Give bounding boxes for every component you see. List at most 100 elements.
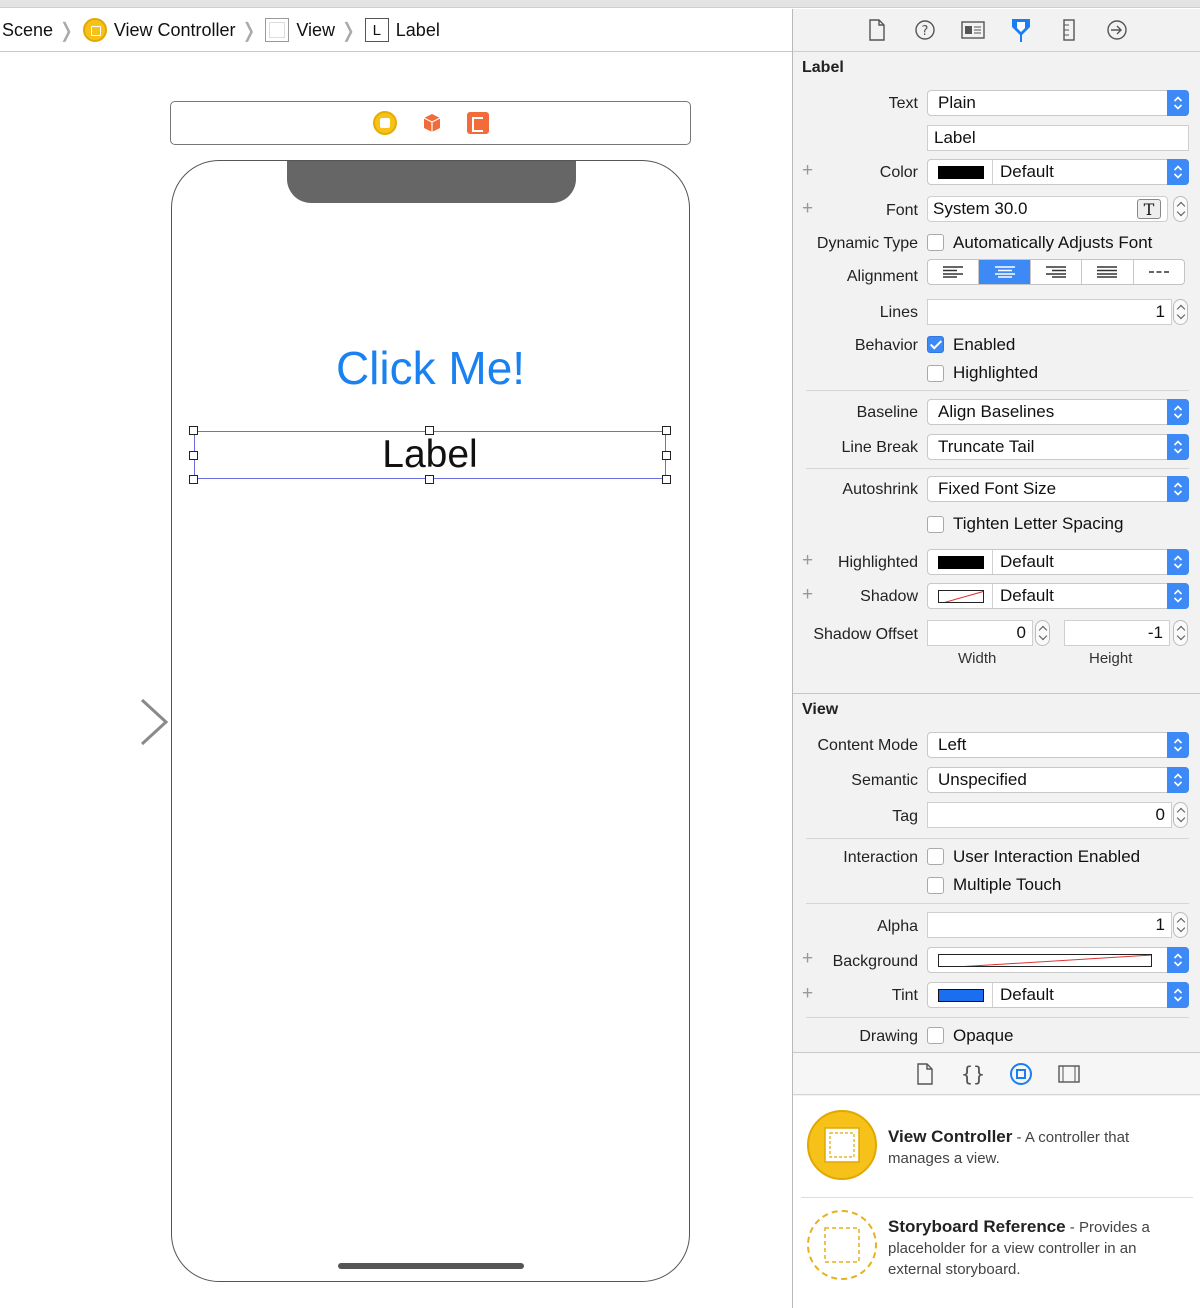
- popup-arrows-icon: [1167, 399, 1189, 425]
- color-label: Color: [879, 164, 918, 181]
- content-mode-popup[interactable]: Left: [927, 732, 1189, 758]
- resize-handle-bottom[interactable]: [425, 475, 434, 484]
- font-size-stepper[interactable]: [1173, 196, 1188, 222]
- user-interaction-checkbox[interactable]: [927, 848, 944, 865]
- file-template-icon[interactable]: [913, 1062, 937, 1086]
- view-controller-dock-icon[interactable]: [372, 111, 397, 135]
- multiple-touch-label: Multiple Touch: [953, 875, 1062, 894]
- content-mode-label: Content Mode: [817, 737, 918, 754]
- label-section-title: Label: [802, 59, 844, 76]
- line-break-popup[interactable]: Truncate Tail: [927, 434, 1189, 460]
- attributes-icon[interactable]: [1009, 18, 1033, 42]
- popup-arrows-icon: [1167, 583, 1189, 609]
- lines-stepper[interactable]: [1173, 299, 1188, 325]
- align-right-icon[interactable]: [1031, 260, 1083, 284]
- align-natural-icon[interactable]: [1134, 260, 1184, 284]
- object-library-icon[interactable]: [1009, 1062, 1033, 1086]
- tighten-spacing-checkbox[interactable]: [927, 516, 944, 533]
- shadow-height-stepper[interactable]: [1173, 620, 1188, 646]
- shadow-height-field[interactable]: -1: [1064, 620, 1170, 646]
- chevron-right-icon: ❭: [340, 19, 357, 42]
- tint-color-popup[interactable]: Default: [927, 982, 1189, 1008]
- divider: [806, 468, 1189, 469]
- shadow-width-value: 0: [1016, 623, 1026, 642]
- lines-field[interactable]: 1: [927, 299, 1172, 325]
- align-center-icon[interactable]: [979, 260, 1031, 284]
- resize-handle-top[interactable]: [425, 426, 434, 435]
- svg-text:?: ?: [922, 24, 929, 39]
- add-variation-icon[interactable]: +: [802, 160, 813, 182]
- click-me-button[interactable]: Click Me!: [172, 341, 689, 395]
- connections-icon[interactable]: [1105, 18, 1129, 42]
- alpha-field[interactable]: 1: [927, 912, 1172, 938]
- selected-label[interactable]: Label: [189, 426, 671, 484]
- resize-handle-top-right[interactable]: [662, 426, 671, 435]
- font-picker-icon[interactable]: T: [1137, 199, 1161, 219]
- library-item-text: View Controller - A controller that mana…: [888, 1126, 1188, 1169]
- entry-point-arrow-icon[interactable]: [30, 698, 170, 746]
- background-color-popup[interactable]: [927, 947, 1189, 973]
- line-break-label: Line Break: [841, 439, 919, 456]
- tag-field[interactable]: 0: [927, 802, 1172, 828]
- autoshrink-value: Fixed Font Size: [938, 479, 1057, 498]
- inspector-panel: ? Label Text Plain Label + Color Default…: [792, 9, 1200, 1308]
- autoshrink-popup[interactable]: Fixed Font Size: [927, 476, 1189, 502]
- multiple-touch-checkbox[interactable]: [927, 877, 944, 894]
- opaque-checkbox[interactable]: [927, 1027, 944, 1044]
- color-popup[interactable]: Default: [927, 159, 1189, 185]
- baseline-popup[interactable]: Align Baselines: [927, 399, 1189, 425]
- align-justified-icon[interactable]: [1082, 260, 1134, 284]
- semantic-popup[interactable]: Unspecified: [927, 767, 1189, 793]
- highlighted-color-popup[interactable]: Default: [927, 549, 1189, 575]
- library-item-view-controller[interactable]: View Controller - A controller that mana…: [793, 1096, 1200, 1186]
- text-type-popup[interactable]: Plain: [927, 90, 1189, 116]
- breadcrumb-view[interactable]: View: [265, 9, 335, 51]
- shadow-color-popup[interactable]: Default: [927, 583, 1189, 609]
- user-interaction-label: User Interaction Enabled: [953, 847, 1141, 866]
- tag-stepper[interactable]: [1173, 802, 1188, 828]
- enabled-checkbox[interactable]: [927, 336, 944, 353]
- drawing-label: Drawing: [859, 1028, 918, 1045]
- help-icon[interactable]: ?: [913, 18, 937, 42]
- exit-icon[interactable]: [466, 112, 489, 134]
- alpha-stepper[interactable]: [1173, 912, 1188, 938]
- resize-handle-bottom-right[interactable]: [662, 475, 671, 484]
- highlighted-checkbox[interactable]: [927, 365, 944, 382]
- width-caption: Width: [958, 650, 997, 667]
- divider: [806, 903, 1189, 904]
- resize-handle-top-left[interactable]: [189, 426, 198, 435]
- shadow-width-field[interactable]: 0: [927, 620, 1033, 646]
- font-field[interactable]: System 30.0 T: [927, 196, 1168, 222]
- breadcrumb-label[interactable]: L Label: [364, 9, 440, 51]
- resize-handle-bottom-left[interactable]: [189, 475, 198, 484]
- resize-handle-right[interactable]: [662, 451, 671, 460]
- shadow-width-stepper[interactable]: [1035, 620, 1050, 646]
- label-text-field[interactable]: Label: [927, 125, 1189, 151]
- shadow-label: Shadow: [860, 588, 918, 605]
- first-responder-icon[interactable]: [421, 112, 443, 134]
- align-left-icon[interactable]: [928, 260, 980, 284]
- auto-adjust-font-checkbox[interactable]: [927, 234, 944, 251]
- add-variation-icon[interactable]: +: [802, 550, 813, 572]
- breadcrumb-label-label: Label: [395, 19, 440, 40]
- breadcrumb-view-controller-label: View Controller: [113, 19, 236, 40]
- object-library-list: View Controller - A controller that mana…: [793, 1096, 1200, 1308]
- inspector-tabs: ?: [793, 9, 1200, 52]
- add-variation-icon[interactable]: +: [802, 584, 813, 606]
- breadcrumb-scene[interactable]: Scene: [0, 9, 53, 51]
- breadcrumb-view-label: View: [296, 19, 336, 40]
- popup-arrows-icon: [1167, 732, 1189, 758]
- add-variation-icon[interactable]: +: [802, 983, 813, 1005]
- lines-label: Lines: [879, 304, 918, 321]
- storyboard-canvas[interactable]: Click Me! Label: [0, 53, 792, 1308]
- file-icon[interactable]: [865, 18, 889, 42]
- identity-icon[interactable]: [961, 18, 985, 42]
- breadcrumb-view-controller[interactable]: View Controller: [82, 9, 236, 51]
- media-library-icon[interactable]: [1057, 1062, 1081, 1086]
- add-variation-icon[interactable]: +: [802, 198, 813, 220]
- code-snippet-icon[interactable]: {}: [961, 1062, 985, 1086]
- resize-handle-left[interactable]: [189, 451, 198, 460]
- add-variation-icon[interactable]: +: [802, 948, 813, 970]
- library-item-storyboard-reference[interactable]: Storyboard Reference - Provides a placeh…: [793, 1200, 1200, 1290]
- size-icon[interactable]: [1057, 18, 1081, 42]
